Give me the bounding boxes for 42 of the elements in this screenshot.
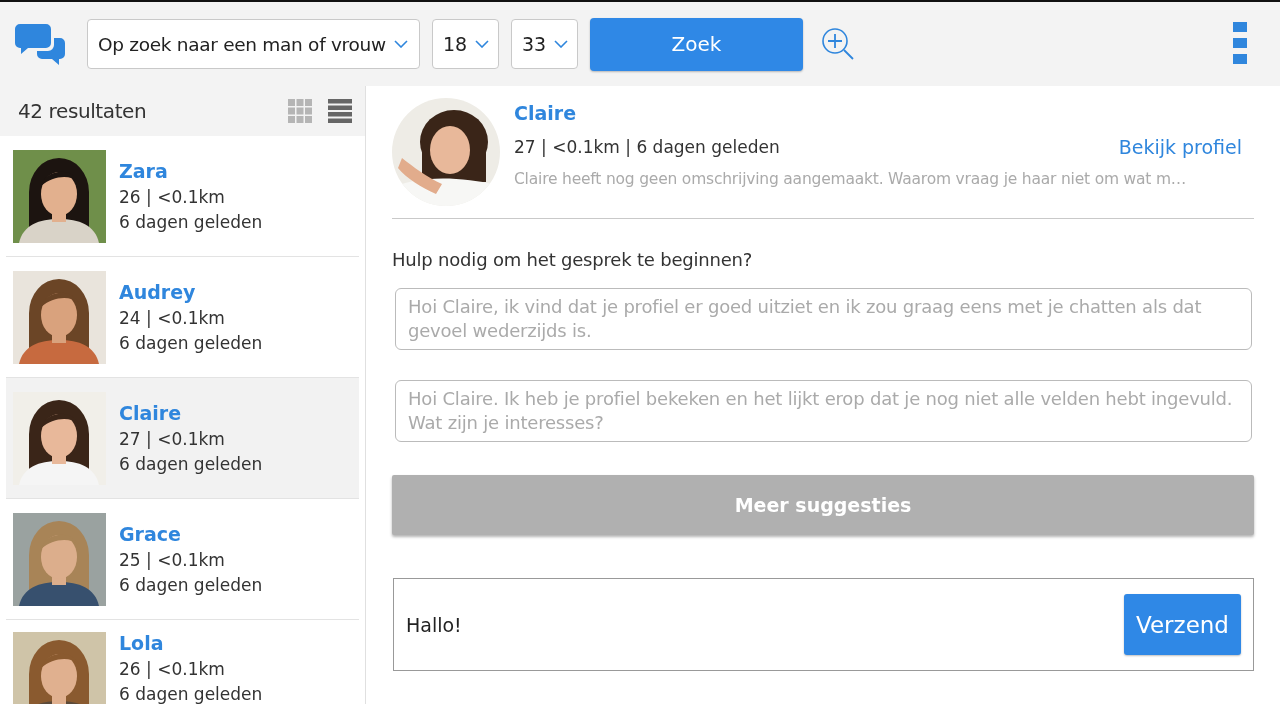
search-type-dropdown[interactable]: Op zoek naar een man of vrouw (87, 19, 420, 69)
last-seen: 6 dagen geleden (119, 684, 263, 704)
min-age-dropdown[interactable]: 18 (432, 19, 499, 69)
search-button[interactable]: Zoek (590, 17, 803, 71)
profile-name: Claire (514, 102, 578, 124)
age-distance: 26 | <0.1km (119, 187, 226, 207)
more-suggestions-button[interactable]: Meer suggesties (392, 475, 1254, 535)
chevron-down-icon (393, 40, 408, 48)
age-distance: 24 | <0.1km (119, 308, 226, 328)
last-seen: 6 dagen geleden (119, 333, 263, 353)
result-item[interactable]: Claire 27 | <0.1km 6 dagen geleden (6, 378, 359, 499)
chevron-down-icon (554, 40, 569, 48)
suggestion-option[interactable]: Hoi Claire, ik vind dat je profiel er goed uitziet en ik zou graag eens met je chatten als dat gevoel wederzijds is. (395, 288, 1252, 350)
last-seen: 6 dagen geleden (119, 454, 263, 474)
suggestions-title: Hulp nodig om het gesprek te beginnen? (392, 249, 754, 270)
result-item[interactable]: Zara 26 | <0.1km 6 dagen geleden (6, 136, 359, 257)
profile-name[interactable]: Zara (119, 160, 263, 182)
last-seen: 6 dagen geleden (119, 212, 263, 232)
view-profile-link[interactable]: Bekijk profiel (1118, 136, 1242, 158)
max-age-dropdown[interactable]: 33 (511, 19, 578, 69)
menu-icon[interactable] (1233, 22, 1247, 66)
profile-name[interactable]: Claire (119, 402, 263, 424)
profile-name[interactable]: Lola (119, 632, 263, 654)
grid-view-icon[interactable] (288, 99, 312, 123)
profile-name[interactable]: Audrey (119, 281, 263, 303)
result-item[interactable]: Audrey 24 | <0.1km 6 dagen geleden (6, 257, 359, 378)
result-item[interactable]: Grace 25 | <0.1km 6 dagen geleden (6, 499, 359, 620)
age-distance: 25 | <0.1km (119, 550, 226, 570)
send-button[interactable]: Verzend (1124, 594, 1241, 655)
chat-bubbles-icon[interactable] (14, 22, 66, 66)
last-seen: 6 dagen geleden (119, 575, 263, 595)
message-field[interactable]: Hallo! (404, 612, 1124, 637)
age-distance: 26 | <0.1km (119, 659, 226, 679)
results-count: 42 resultaten (18, 99, 147, 123)
suggestion-option[interactable]: Hoi Claire. Ik heb je profiel bekeken en het lijkt erop dat je nog niet alle velden hebt ingevuld. Wat zijn je interesses? (395, 380, 1252, 442)
list-view-icon[interactable] (328, 99, 352, 123)
profile-details: 27 | <0.1km | 6 dagen geleden (514, 137, 780, 157)
chevron-down-icon (475, 40, 490, 48)
profile-name[interactable]: Grace (119, 523, 263, 545)
profile-description: Claire heeft nog geen omschrijving aangemaakt. Waarom vraag je haar niet om wat m… (514, 170, 1188, 188)
result-item[interactable]: Lola 26 | <0.1km 6 dagen geleden (6, 620, 359, 704)
age-distance: 27 | <0.1km (119, 429, 226, 449)
